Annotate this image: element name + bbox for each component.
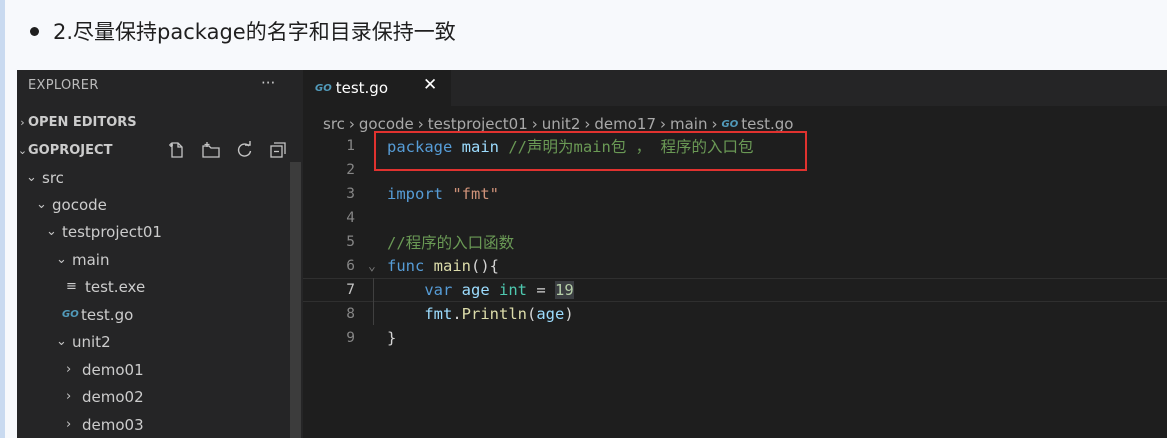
tree-label: src [42, 168, 64, 187]
code-text: fmt.Println(age) [424, 305, 574, 323]
chevron-down-icon: ⌄ [46, 224, 57, 239]
quote-bar [0, 0, 5, 438]
bullet-icon [30, 26, 39, 36]
tree-label: demo03 [82, 415, 144, 434]
tree-folder-main[interactable]: ⌄ main [56, 246, 109, 273]
breadcrumb-item[interactable]: src [323, 115, 345, 133]
code-line: 4 [303, 206, 1167, 230]
indent-guide [373, 278, 374, 325]
tree-folder-testproject01[interactable]: ⌄ testproject01 [46, 218, 162, 245]
line-number: 8 [346, 306, 355, 322]
code-text: import "fmt" [387, 185, 500, 203]
tree-file-test-go[interactable]: GO test.go [62, 301, 133, 328]
go-file-icon: GO [315, 82, 332, 94]
tree-label: test.exe [85, 277, 146, 296]
chevron-down-icon: ⌄ [17, 143, 28, 157]
tree-label: demo02 [82, 387, 144, 406]
code-line: 9 } [303, 326, 1167, 350]
open-editors-label: OPEN EDITORS [28, 114, 137, 130]
code-line: 6 ⌄ func main(){ [303, 254, 1167, 278]
go-file-icon: GO [721, 118, 739, 130]
tree-folder-demo02[interactable]: › demo02 [66, 383, 144, 410]
new-folder-icon[interactable] [201, 141, 221, 159]
workspace-section[interactable]: ⌄ GOPROJECT [17, 138, 303, 162]
chevron-right-icon: › [66, 417, 72, 432]
code-text: func main(){ [387, 257, 499, 275]
workspace-label: GOPROJECT [28, 142, 113, 158]
tree-label: main [72, 250, 110, 269]
editor-tab-bar: GO test.go ✕ [303, 70, 1167, 106]
line-number: 3 [346, 186, 355, 202]
tree-folder-demo03[interactable]: › demo03 [66, 411, 144, 438]
tree-label: unit2 [72, 332, 111, 351]
tab-test-go[interactable]: GO test.go ✕ [303, 70, 451, 106]
chevron-down-icon: ⌄ [26, 170, 37, 185]
line-number: 1 [346, 138, 355, 154]
fold-chevron-icon[interactable]: ⌄ [368, 259, 376, 274]
close-icon[interactable]: ✕ [423, 75, 437, 95]
tree-label: testproject01 [62, 222, 162, 241]
chevron-right-icon: › [66, 389, 72, 404]
chevron-down-icon: ⌄ [36, 197, 47, 212]
highlight-box [374, 131, 807, 171]
sidebar-scrollbar[interactable] [290, 162, 301, 438]
chevron-right-icon: › [348, 115, 355, 133]
line-number: 7 [346, 282, 355, 298]
code-text: //程序的入口函数 [387, 234, 515, 252]
tree-folder-demo01[interactable]: › demo01 [66, 356, 144, 383]
code-line: 3 import "fmt" [303, 182, 1167, 206]
chevron-down-icon: ⌄ [56, 252, 67, 267]
text-file-icon: ≡ [66, 279, 77, 294]
code-editor[interactable]: 1 package main //声明为main包 ， 程序的入口包 2 3 i… [303, 134, 1167, 438]
line-number: 6 [346, 258, 355, 274]
explorer-actions [167, 138, 289, 162]
vscode-window: EXPLORER ··· › OPEN EDITORS ⌄ GOPROJECT … [17, 70, 1167, 438]
doc-heading-text: 2.尽量保持package的名字和目录保持一致 [53, 20, 456, 44]
tree-folder-src[interactable]: ⌄ src [26, 164, 64, 191]
tree-folder-unit2[interactable]: ⌄ unit2 [56, 328, 111, 355]
line-number: 9 [346, 330, 355, 346]
code-text: } [387, 329, 397, 347]
line-number: 5 [346, 234, 355, 250]
collapse-all-icon[interactable] [269, 141, 289, 159]
chevron-down-icon: ⌄ [56, 334, 67, 349]
line-number: 4 [346, 210, 355, 226]
chevron-right-icon: › [20, 115, 25, 129]
tab-label: test.go [335, 79, 388, 97]
code-line: 5 //程序的入口函数 [303, 230, 1167, 254]
code-line-active: 7 var age int = 19 [303, 278, 1167, 302]
new-file-icon[interactable] [167, 141, 187, 159]
doc-heading: 2.尽量保持package的名字和目录保持一致 [30, 14, 456, 48]
code-text: var age int = 19 [424, 281, 574, 299]
tree-label: demo01 [82, 360, 144, 379]
explorer-title: EXPLORER [28, 78, 99, 93]
go-file-icon: GO [62, 309, 79, 320]
refresh-icon[interactable] [235, 141, 255, 159]
line-number: 2 [346, 162, 355, 178]
tree-label: gocode [52, 195, 107, 214]
tree-file-test-exe[interactable]: ≡ test.exe [66, 273, 145, 300]
explorer-sidebar: EXPLORER ··· › OPEN EDITORS ⌄ GOPROJECT … [17, 70, 303, 438]
tree-label: test.go [81, 305, 134, 324]
chevron-right-icon: › [66, 362, 72, 377]
tree-folder-gocode[interactable]: ⌄ gocode [36, 191, 107, 218]
open-editors-section[interactable]: › OPEN EDITORS [17, 110, 137, 134]
code-line: 8 fmt.Println(age) [303, 302, 1167, 326]
more-actions-icon[interactable]: ··· [261, 74, 275, 92]
